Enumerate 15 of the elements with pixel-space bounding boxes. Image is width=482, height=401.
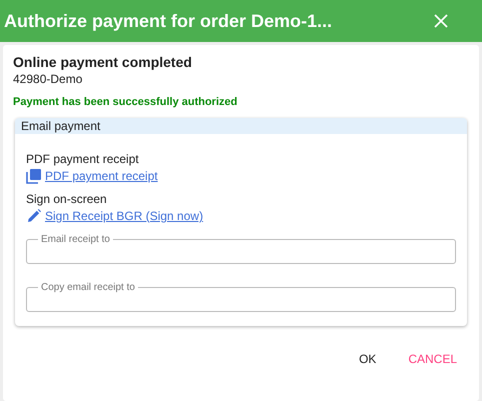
cancel-button[interactable]: CANCEL: [400, 346, 465, 372]
section-label: Sign on-screen: [26, 192, 108, 206]
pencil-icon: [26, 208, 42, 224]
success-message: Payment has been successfully authorized: [13, 96, 238, 108]
order-reference: 42980-Demo: [13, 72, 84, 86]
receipt-link[interactable]: PDF payment receipt: [45, 169, 158, 183]
email-field[interactable]: Email receipt to: [26, 234, 456, 264]
panel-title: Email payment: [15, 118, 467, 134]
section-label: PDF payment receipt: [26, 152, 140, 166]
dialog-title: Authorize payment for order Demo-1...: [4, 10, 332, 32]
heading: Online payment completed: [13, 54, 193, 70]
ok-button[interactable]: OK: [350, 346, 384, 372]
close-icon[interactable]: [434, 14, 448, 28]
receipt-link[interactable]: Sign Receipt BGR (Sign now): [45, 209, 204, 223]
email-field[interactable]: Copy email receipt to: [26, 282, 456, 312]
